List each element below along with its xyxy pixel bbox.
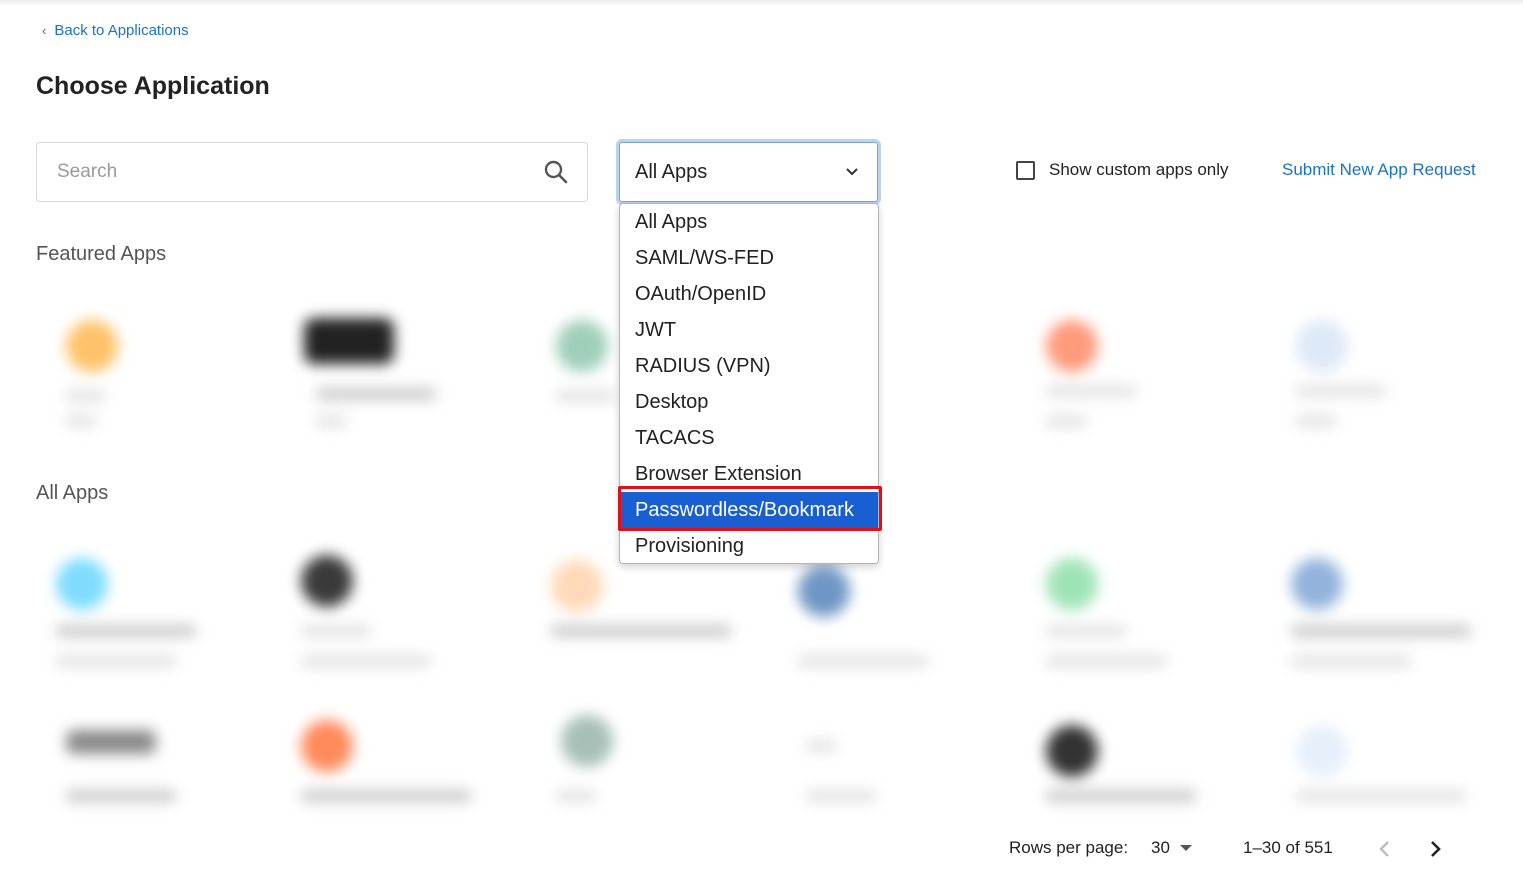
submit-new-app-request-link[interactable]: Submit New App Request: [1282, 160, 1476, 180]
featured-apps-heading: Featured Apps: [36, 243, 167, 265]
option-desktop[interactable]: Desktop: [620, 384, 878, 420]
top-shadow: [0, 0, 1523, 6]
app-card[interactable]: [296, 540, 496, 690]
back-link-label: Back to Applications: [54, 22, 189, 39]
option-jwt[interactable]: JWT: [620, 312, 878, 348]
option-oauth-openid[interactable]: OAuth/OpenID: [620, 276, 878, 312]
app-card[interactable]: [796, 710, 996, 860]
custom-apps-toggle[interactable]: Show custom apps only: [1016, 160, 1229, 180]
app-card[interactable]: [46, 540, 246, 690]
pagination-range: 1–30 of 551: [1243, 838, 1333, 857]
app-card[interactable]: [296, 710, 496, 860]
select-value: All Apps: [635, 161, 708, 183]
app-card[interactable]: [1036, 300, 1236, 450]
page-title: Choose Application: [36, 72, 270, 100]
chevron-down-icon: [846, 168, 858, 176]
option-provisioning[interactable]: Provisioning: [620, 528, 878, 564]
search-input[interactable]: [57, 157, 537, 187]
app-card[interactable]: [1286, 300, 1486, 450]
caret-down-icon: [1179, 845, 1192, 851]
rows-per-page-label: Rows per page:: [1009, 838, 1129, 857]
next-page-icon[interactable]: [1424, 838, 1446, 860]
all-apps-heading: All Apps: [36, 482, 109, 504]
highlight-box: [618, 486, 882, 531]
search-icon[interactable]: [543, 159, 569, 185]
custom-apps-label: Show custom apps only: [1049, 160, 1229, 179]
app-card[interactable]: [546, 710, 746, 860]
search-box[interactable]: [36, 142, 588, 202]
app-card[interactable]: [1286, 540, 1486, 690]
previous-page-icon[interactable]: [1374, 838, 1396, 860]
app-card[interactable]: [296, 300, 496, 450]
option-saml-ws-fed[interactable]: SAML/WS-FED: [620, 240, 878, 276]
option-tacacs[interactable]: TACACS: [620, 420, 878, 456]
all-apps-grid: [36, 530, 1506, 830]
custom-apps-checkbox[interactable]: [1016, 160, 1035, 180]
app-card[interactable]: [46, 300, 246, 450]
app-card[interactable]: [1036, 540, 1236, 690]
app-type-select[interactable]: All Apps: [616, 139, 881, 205]
option-all-apps[interactable]: All Apps: [620, 204, 878, 240]
chevron-left-icon: ‹: [42, 23, 47, 38]
app-card[interactable]: [46, 710, 246, 860]
rows-per-page-value: 30: [1151, 838, 1170, 857]
rows-per-page-select[interactable]: 30: [1151, 838, 1192, 858]
option-radius-vpn[interactable]: RADIUS (VPN): [620, 348, 878, 384]
back-to-applications-link[interactable]: ‹ Back to Applications: [42, 22, 189, 39]
